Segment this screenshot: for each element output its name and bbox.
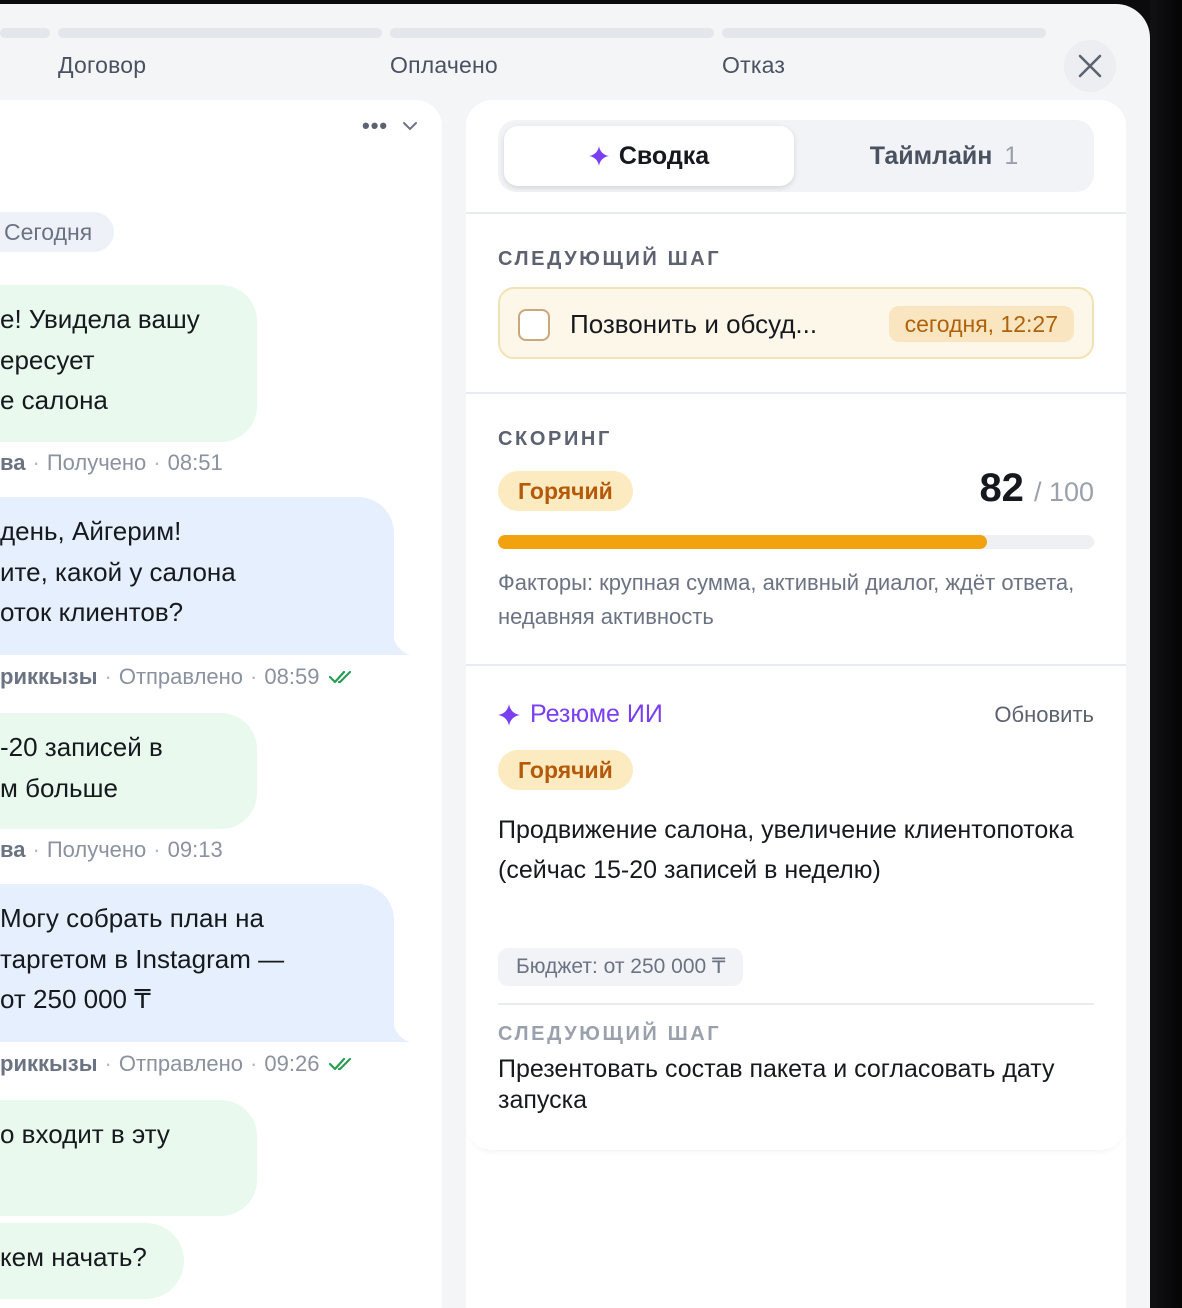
budget-chip: Бюджет: от 250 000 ₸: [498, 948, 744, 986]
bubble-tail: [392, 1021, 410, 1042]
double-check-icon: [329, 669, 355, 685]
more-dots-icon[interactable]: •••: [362, 115, 388, 137]
message-status: Отправлено: [118, 1051, 244, 1076]
tab-summary-label: Сводка: [618, 141, 710, 170]
score-progress-bar: [498, 535, 1094, 549]
meta-separator: ·: [32, 450, 40, 475]
message-line: -20 записей в: [0, 732, 163, 762]
message-time: 08:51: [167, 450, 223, 475]
message-line: оток клиентов?: [0, 597, 184, 627]
sparkle-icon: [498, 703, 520, 726]
message-time: 09:26: [264, 1051, 320, 1076]
message-author: риккызы: [0, 664, 98, 689]
message-status: Получено: [46, 837, 147, 862]
message-bubble-incoming[interactable]: -20 записей в м больше: [0, 713, 257, 829]
stage-bar-2[interactable]: [58, 28, 382, 38]
stage-bar-4[interactable]: [722, 28, 1046, 38]
message-bubble-outgoing[interactable]: день, Айгерим! ите, какой у салона оток …: [0, 497, 394, 655]
section-divider: [466, 212, 1126, 214]
score-progress-fill: [498, 535, 987, 549]
message-status: Получено: [46, 450, 147, 475]
section-divider: [466, 392, 1126, 394]
message-meta: ва · Получено · 09:13: [0, 837, 223, 863]
background-edge: [1150, 0, 1182, 1308]
stage-label-paid[interactable]: Оплачено: [390, 52, 498, 79]
score-max: / 100: [1033, 477, 1094, 507]
message-bubble-incoming[interactable]: о входит в эту: [0, 1100, 257, 1216]
stage-label-refused[interactable]: Отказ: [722, 52, 785, 79]
meta-separator: ·: [250, 1051, 258, 1076]
message-meta: риккызы · Отправлено · 08:59: [0, 664, 355, 690]
bubble-tail: [392, 634, 410, 655]
meta-separator: ·: [104, 1051, 112, 1076]
message-meta: риккызы · Отправлено · 09:26: [0, 1051, 355, 1077]
ai-next-step-text: Презентовать состав пакета и согласовать…: [498, 1055, 1055, 1114]
ai-status-badge: Горячий: [498, 750, 633, 790]
meta-separator: ·: [153, 450, 161, 475]
stage-label-contract[interactable]: Договор: [58, 52, 146, 79]
message-status: Отправлено: [118, 664, 244, 689]
scoring-title: СКОРИНГ: [498, 428, 612, 450]
chat-header-actions: •••: [362, 115, 418, 137]
double-check-icon: [329, 1056, 355, 1072]
summary-divider: [498, 1003, 1094, 1005]
message-line: м больше: [0, 772, 118, 803]
message-bubble-outgoing[interactable]: Могу собрать план на таргетом в Instagra…: [0, 884, 394, 1042]
meta-separator: ·: [153, 837, 161, 862]
stage-bar-1[interactable]: [0, 28, 50, 38]
ai-summary-title: Резюме ИИ: [498, 700, 663, 729]
message-line: от 250 000 ₸: [0, 984, 151, 1014]
meta-separator: ·: [250, 664, 258, 689]
section-divider: [466, 664, 1126, 666]
tab-timeline[interactable]: Таймлайн 1: [800, 126, 1088, 186]
ai-summary-text: Продвижение салона, увеличение клиентопо…: [498, 816, 1074, 884]
message-author: ва: [0, 837, 26, 862]
message-line: ересует: [0, 344, 95, 375]
message-line: ите, какой у салона: [0, 556, 236, 587]
message-time: 08:59: [264, 664, 320, 689]
meta-separator: ·: [104, 664, 112, 689]
message-line: е! Увидела вашу: [0, 304, 200, 334]
message-line: кем начать?: [0, 1242, 147, 1272]
message-time: 09:13: [167, 837, 223, 862]
tab-timeline-label: Таймлайн: [869, 141, 993, 170]
tab-summary[interactable]: Сводка: [504, 126, 794, 186]
sparkle-icon: [588, 146, 609, 166]
ai-summary-title-text: Резюме ИИ: [530, 700, 663, 728]
close-icon: [1078, 54, 1102, 78]
meta-separator: ·: [32, 837, 40, 862]
message-author: ва: [0, 450, 26, 475]
refresh-summary-button[interactable]: Обновить: [994, 702, 1094, 728]
message-author: риккызы: [0, 1051, 98, 1076]
task-due-badge: сегодня, 12:27: [888, 306, 1074, 342]
stage-bar-3[interactable]: [390, 28, 714, 38]
message-line: день, Айгерим!: [0, 516, 182, 546]
message-bubble-incoming[interactable]: е! Увидела вашу ересует е салона: [0, 285, 257, 442]
task-text: Позвонить и обсуд...: [570, 309, 818, 339]
message-line: таргетом в Instagram —: [0, 943, 285, 974]
scoring-factors: Факторы: крупная сумма, активный диалог,…: [498, 570, 1075, 629]
score-number: 82: [979, 466, 1024, 510]
next-step-title: СЛЕДУЮЩИЙ ШАГ: [498, 248, 722, 270]
scoring-status-badge: Горячий: [498, 471, 633, 511]
score-value: 82 / 100: [979, 466, 1094, 511]
ai-next-step-title: СЛЕДУЮЩИЙ ШАГ: [498, 1023, 722, 1045]
date-separator: Сегодня: [0, 212, 115, 252]
summary-card-edge: [466, 1120, 1126, 1150]
message-line: о входит в эту: [0, 1119, 170, 1149]
task-checkbox[interactable]: [518, 309, 550, 341]
close-button[interactable]: [1064, 40, 1116, 92]
message-bubble-incoming[interactable]: кем начать?: [0, 1223, 184, 1299]
message-line: Могу собрать план на: [0, 903, 264, 933]
tab-timeline-count: 1: [1004, 141, 1019, 170]
next-step-task[interactable]: Позвонить и обсуд... сегодня, 12:27: [498, 287, 1094, 359]
message-meta: ва · Получено · 08:51: [0, 450, 223, 476]
message-line: е салона: [0, 385, 108, 415]
chevron-down-icon[interactable]: [402, 121, 418, 131]
